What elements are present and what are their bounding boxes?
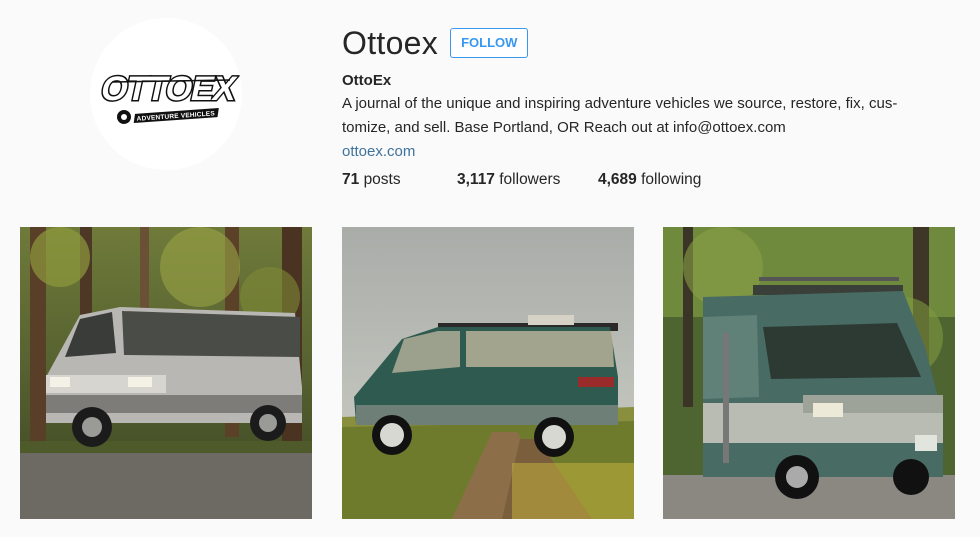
post-thumbnail[interactable] xyxy=(20,227,312,519)
post-thumbnail[interactable] xyxy=(342,227,634,519)
bio-line: A journal of the unique and inspiring ad… xyxy=(342,95,898,112)
title-row: Ottoex FOLLOW xyxy=(342,22,962,64)
post-thumbnail[interactable] xyxy=(663,227,955,519)
stats-row: 71 posts 3,117 followers 4,689 following xyxy=(342,169,962,191)
following-count-value: 4,689 xyxy=(598,171,637,188)
post-image-silver-van xyxy=(20,227,312,519)
posts-count-value: 71 xyxy=(342,171,360,188)
svg-text:OTTOEX: OTTOEX xyxy=(98,70,240,108)
follow-button[interactable]: FOLLOW xyxy=(450,28,529,58)
followers-link[interactable]: 3,117 followers xyxy=(457,169,598,191)
post-image-green-minivan xyxy=(342,227,634,519)
post-image-green-camper xyxy=(663,227,955,519)
username: Ottoex xyxy=(342,24,439,61)
ottoex-logo: OTTOEX OTTOEX ADVENTURE VEHICLES xyxy=(90,18,242,170)
full-name: OttoEx xyxy=(342,72,392,89)
posts-count: 71 posts xyxy=(342,169,457,191)
following-link[interactable]: 4,689 following xyxy=(598,169,701,191)
bio: A journal of the unique and inspiring ad… xyxy=(342,92,942,140)
following-label: following xyxy=(641,171,702,188)
followers-label: followers xyxy=(499,171,561,188)
bio-line: tomize, and sell. Base Portland, OR Reac… xyxy=(342,119,786,136)
followers-count-value: 3,117 xyxy=(457,171,495,188)
posts-label: posts xyxy=(363,171,401,188)
profile-header: Ottoex FOLLOW OttoEx A journal of the un… xyxy=(342,22,962,191)
website-link[interactable]: ottoex.com xyxy=(342,140,415,164)
profile-avatar: OTTOEX OTTOEX ADVENTURE VEHICLES xyxy=(90,18,242,170)
